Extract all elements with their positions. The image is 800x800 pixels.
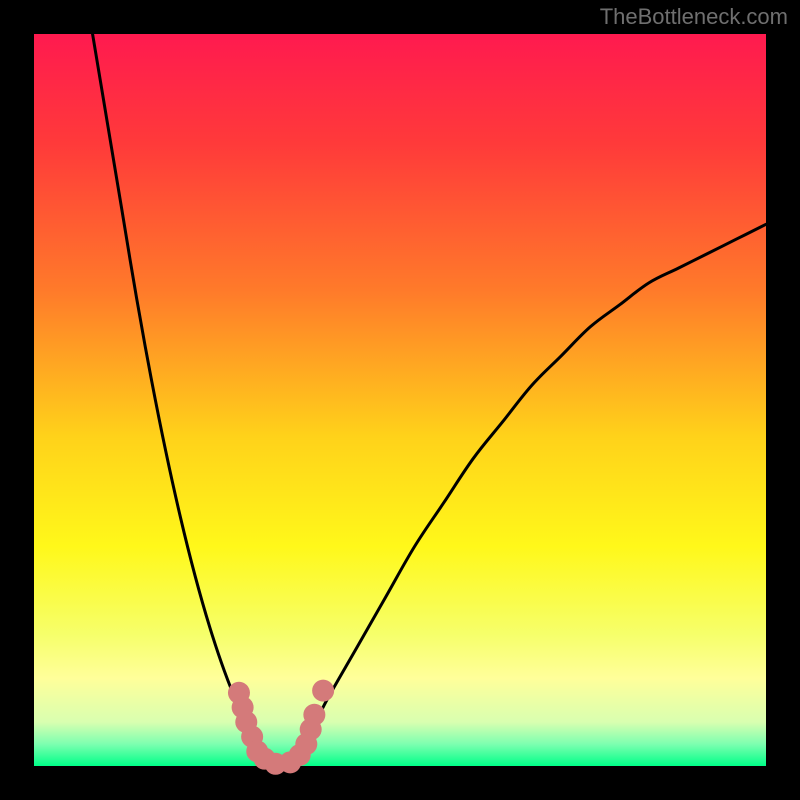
marker-point [312,680,334,702]
chart-container: TheBottleneck.com [0,0,800,800]
watermark-text: TheBottleneck.com [600,4,788,30]
marker-point [303,704,325,726]
bottleneck-chart [0,0,800,800]
